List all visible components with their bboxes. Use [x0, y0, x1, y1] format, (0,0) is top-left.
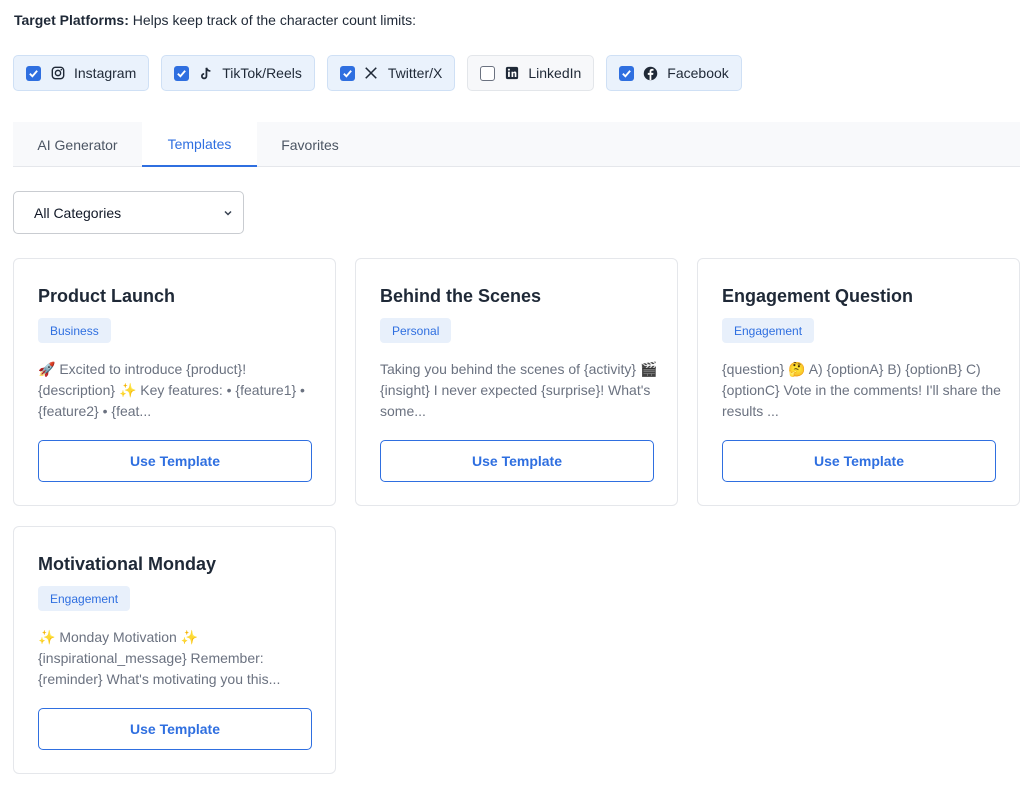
platform-list: Instagram TikTok/Reels Twitter/X LinkedI… — [13, 55, 742, 91]
use-template-button[interactable]: Use Template — [38, 440, 312, 482]
template-title: Motivational Monday — [38, 554, 217, 574]
category-badge: Engagement — [38, 586, 131, 611]
platform-instagram[interactable]: Instagram — [13, 55, 150, 91]
template-title: Engagement Question — [722, 286, 914, 306]
platform-twitter-x[interactable]: Twitter/X — [326, 55, 456, 91]
tab-favorites[interactable]: Favorites — [257, 122, 363, 167]
platform-label: Twitter/X — [387, 65, 443, 81]
template-card: Product Launch Business 🚀 Excited to int… — [13, 258, 336, 506]
tab-templates[interactable]: Templates — [142, 122, 257, 167]
category-select-value: All Categories — [34, 204, 122, 221]
target-platforms-intro: Target Platforms: Helps keep track of th… — [14, 12, 416, 28]
template-card: Engagement Question Engagement {question… — [697, 258, 1020, 506]
checkbox-checked-icon[interactable] — [174, 65, 190, 81]
use-template-button[interactable]: Use Template — [38, 708, 312, 750]
target-platforms-hint: Helps keep track of the character count … — [128, 12, 416, 28]
template-preview: Taking you behind the scenes of {activit… — [380, 361, 658, 419]
use-template-button[interactable]: Use Template — [722, 440, 996, 482]
target-platforms-label: Target Platforms: — [14, 12, 129, 28]
platform-tiktok[interactable]: TikTok/Reels — [161, 55, 315, 91]
x-icon — [364, 66, 379, 81]
platform-linkedin[interactable]: LinkedIn — [467, 55, 595, 91]
template-preview: 🚀 Excited to introduce {product}! {descr… — [38, 361, 305, 419]
tiktok-icon — [198, 66, 213, 81]
template-title: Behind the Scenes — [380, 286, 542, 306]
template-card: Behind the Scenes Personal Taking you be… — [355, 258, 678, 506]
tab-ai-generator[interactable]: AI Generator — [13, 122, 142, 167]
category-select[interactable]: All Categories — [13, 191, 244, 234]
checkbox-checked-icon[interactable] — [619, 65, 635, 81]
platform-label: Facebook — [667, 65, 729, 81]
chevron-down-icon — [223, 205, 233, 221]
tab-bar: AI Generator Templates Favorites — [13, 122, 1020, 167]
category-badge: Engagement — [722, 318, 815, 343]
platform-label: TikTok/Reels — [222, 65, 302, 81]
checkbox-unchecked-icon[interactable] — [480, 65, 496, 81]
category-badge: Personal — [380, 318, 452, 343]
instagram-icon — [50, 66, 65, 81]
template-card: Motivational Monday Engagement ✨ Monday … — [13, 526, 336, 774]
template-preview: ✨ Monday Motivation ✨ {inspirational_mes… — [38, 629, 281, 687]
platform-facebook[interactable]: Facebook — [606, 55, 742, 91]
template-preview: {question} 🤔 A) {optionA} B) {optionB} C… — [722, 361, 1001, 419]
checkbox-checked-icon[interactable] — [339, 65, 355, 81]
category-badge: Business — [38, 318, 111, 343]
linkedin-icon — [504, 66, 519, 81]
checkbox-checked-icon[interactable] — [26, 65, 41, 81]
template-title: Product Launch — [38, 286, 176, 306]
facebook-icon — [643, 66, 658, 81]
platform-label: LinkedIn — [528, 65, 582, 81]
use-template-button[interactable]: Use Template — [380, 440, 654, 482]
platform-label: Instagram — [74, 65, 137, 81]
